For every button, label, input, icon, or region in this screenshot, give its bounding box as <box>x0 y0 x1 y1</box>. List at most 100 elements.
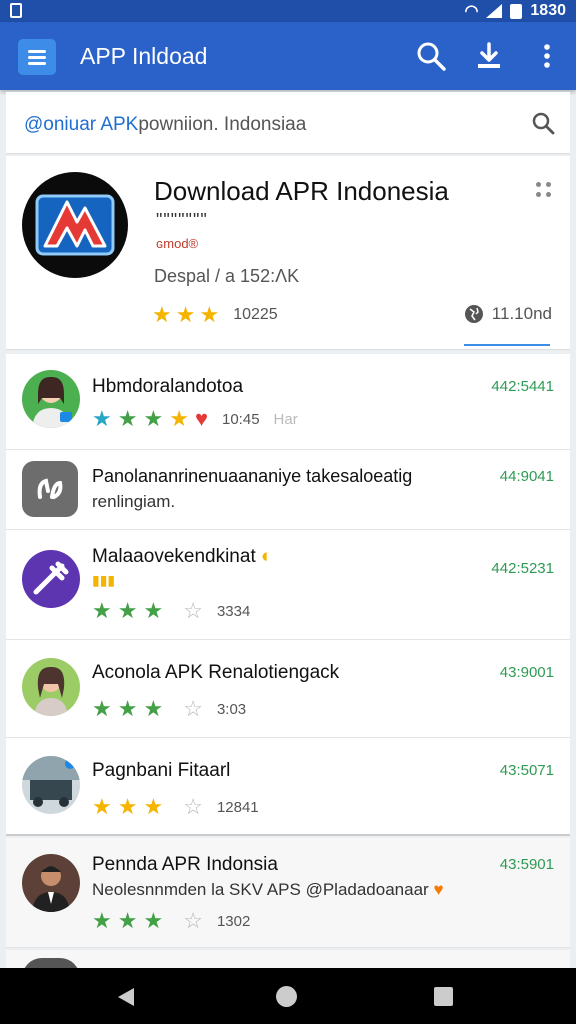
star-icon: ★ <box>117 406 138 431</box>
star-icon: ★ <box>175 302 196 327</box>
battery-icon <box>510 3 523 19</box>
star-icon: ★ <box>143 908 164 933</box>
featured-app-title: Download APR Indonesia <box>154 176 449 206</box>
featured-app-rating: ★ ★ ★ 10225 <box>152 304 278 326</box>
list-item-number: 44:9041 <box>499 468 554 485</box>
list-item-title: Pennda APR Indonsia <box>92 854 278 875</box>
star-outline-icon: ☆ <box>183 908 203 933</box>
rating-count: 12841 <box>216 798 259 816</box>
rating-count: 3:03 <box>216 700 247 718</box>
app-icon <box>22 756 80 814</box>
list-item[interactable]: Panolananrinenuaananiye takesaloeatig re… <box>6 450 570 530</box>
star-outline-icon: ☆ <box>183 696 203 721</box>
more-vert-icon[interactable] <box>530 39 564 73</box>
apk-logo-icon <box>35 194 115 256</box>
star-icon: ★ <box>143 794 164 819</box>
drag-handle-icon[interactable] <box>536 182 552 198</box>
badge-icon: ◐ <box>261 546 273 567</box>
star-outline-icon: ☆ <box>183 598 203 623</box>
star-icon: ★ <box>143 406 164 431</box>
list-item-number: 442:5441 <box>491 378 554 395</box>
list-item-title: Panolananrinenuaananiye takesaloeatig <box>92 466 413 486</box>
featured-app-meta: Despal / a 152:ΛΚ <box>154 266 300 286</box>
list-item-rating: ★ ★ ★ ★ ♥ 10:45 Har <box>92 406 298 432</box>
star-icon: ★ <box>152 302 172 327</box>
search-icon[interactable] <box>414 39 448 73</box>
star-icon: ★ <box>92 598 112 623</box>
home-icon[interactable] <box>276 986 297 1007</box>
downloads-count: 11.10nd <box>464 304 552 324</box>
app-bar: APP Inldoad <box>0 22 576 90</box>
list-item-number: 43:9001 <box>499 664 554 681</box>
phone-icon <box>10 3 22 18</box>
star-icon: ★ <box>92 696 112 721</box>
list-item[interactable]: Hbmdoralandotoa 442:5441 ★ ★ ★ ★ ♥ 10:45… <box>6 354 570 450</box>
star-icon: ★ <box>92 908 112 933</box>
star-icon: ★ <box>143 598 164 623</box>
rating-extra: Har <box>273 410 298 428</box>
search-prefix: @oniuar APK <box>24 114 139 135</box>
search-input[interactable]: @oniuar APKpowniion. Indonsiaa <box>24 114 306 136</box>
star-icon: ★ <box>143 696 164 721</box>
tab-indicator <box>464 344 550 346</box>
search-bar[interactable]: @oniuar APKpowniion. Indonsiaa <box>6 92 570 154</box>
star-icon: ★ <box>169 406 189 431</box>
list-item[interactable]: Aconola APK Renalotiengack 43:9001 ★ ★ ★… <box>6 640 570 738</box>
app-icon <box>22 461 78 517</box>
list-item-title: Aconola APK Renalotiengack <box>92 662 340 683</box>
list-item-title: Pagnbani Fitaarl <box>92 760 231 781</box>
list-item-number: 43:5901 <box>499 856 554 873</box>
search-icon[interactable] <box>530 110 556 136</box>
star-icon: ★ <box>117 598 138 623</box>
list-item-subtitle-text: Neolesnnmden la SKV APS @Pladadoanaar <box>92 880 429 899</box>
back-icon[interactable] <box>118 988 134 1006</box>
list-item-subtitle: Neolesnnmden la SKV APS @Pladadoanaar ♥ <box>92 880 444 900</box>
app-icon <box>22 550 80 608</box>
star-icon: ★ <box>117 696 138 721</box>
star-icon: ★ <box>199 302 220 327</box>
avatar <box>22 370 80 428</box>
star-icon: ★ <box>117 908 138 933</box>
status-icons: ◠ 1830 <box>464 1 566 21</box>
avatar <box>22 854 80 912</box>
list-item[interactable] <box>6 950 570 978</box>
wifi-icon: ◠ <box>464 3 479 20</box>
app-title: APP Inldoad <box>80 43 208 69</box>
downloads-label: 11.10nd <box>491 304 552 323</box>
star-icon: ★ <box>92 406 112 431</box>
award-icon: ▮▮▮ <box>92 572 116 588</box>
menu-button[interactable] <box>18 39 56 75</box>
status-bar: ◠ 1830 <box>0 0 576 22</box>
rating-count: 3334 <box>216 602 251 620</box>
list-item-rating: ★ ★ ★ ☆ 12841 <box>92 796 259 818</box>
system-nav-bar <box>0 968 576 1024</box>
list-item-subtitle: renlingiam. <box>92 492 176 511</box>
list-item-title: Malaaovekendkinat ◐ <box>92 546 272 568</box>
signal-icon <box>486 4 503 18</box>
rating-count: 10225 <box>233 306 278 323</box>
list-item-number: 43:5071 <box>499 762 554 779</box>
star-icon: ★ <box>117 794 138 819</box>
list-item-number: 442:5231 <box>491 560 554 577</box>
rating-count: 1302 <box>216 912 251 930</box>
list-item[interactable]: Malaaovekendkinat ◐ ▮▮▮ 442:5231 ★ ★ ★ ☆… <box>6 530 570 640</box>
rating-count: 10:45 <box>222 410 260 428</box>
search-query: powniion. Indonsiaa <box>138 114 307 135</box>
list-item-title-text: Malaaovekendkinat <box>92 546 256 567</box>
recents-icon[interactable] <box>434 987 453 1006</box>
app-logo <box>22 172 128 278</box>
list-item-title: Hbmdoralandotoa <box>92 376 244 397</box>
featured-app-tag: ɢmod® <box>156 236 199 251</box>
list-item[interactable]: Pagnbani Fitaarl 43:5071 ★ ★ ★ ☆ 12841 <box>6 738 570 836</box>
star-outline-icon: ☆ <box>183 794 203 819</box>
heart-icon: ♥ <box>433 880 444 899</box>
star-icon: ★ <box>92 794 112 819</box>
list-item-rating: ★ ★ ★ ☆ 1302 <box>92 910 250 932</box>
download-icon[interactable] <box>472 39 506 73</box>
globe-icon <box>464 305 483 323</box>
list-item[interactable]: Pennda APR Indonsia Neolesnnmden la SKV … <box>6 838 570 948</box>
list-item-rating: ★ ★ ★ ☆ 3334 <box>92 600 250 622</box>
avatar <box>22 658 80 716</box>
featured-app-card[interactable]: Download APR Indonesia """"""" ɢmod® Des… <box>6 156 570 350</box>
heart-icon: ♥ <box>194 406 208 431</box>
